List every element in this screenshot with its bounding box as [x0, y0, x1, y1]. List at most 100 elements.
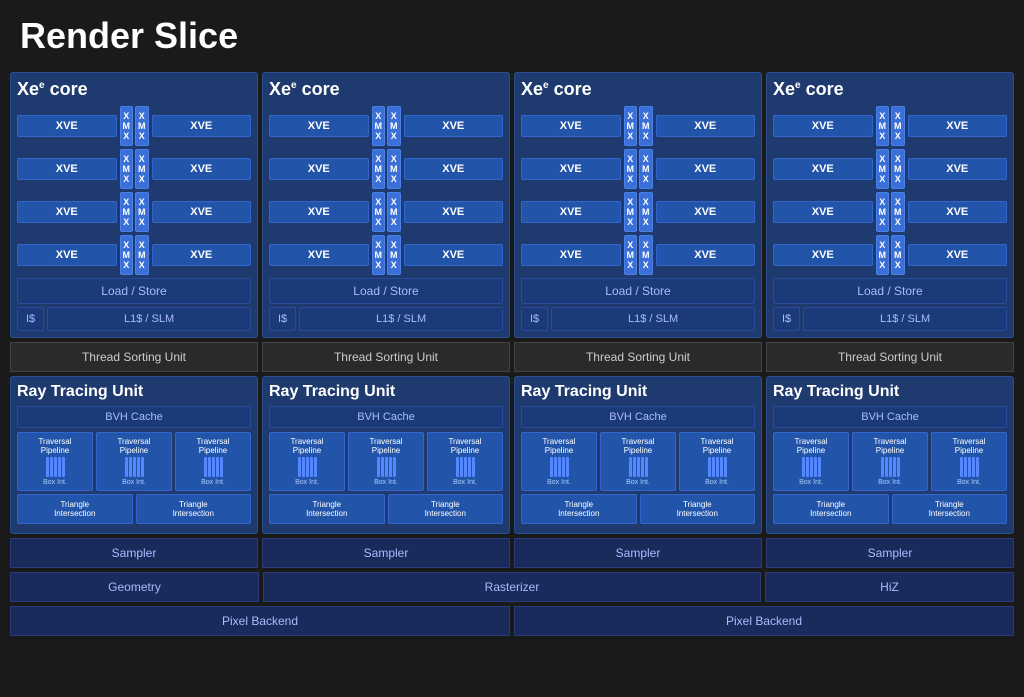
xmx-box: XMX — [120, 106, 134, 146]
xmx-box: XMX — [876, 149, 890, 189]
xmx-box: XMX — [387, 149, 401, 189]
pipeline-bars — [272, 457, 342, 477]
pipeline-bar — [889, 457, 892, 477]
traversal-label: TraversalPipeline — [351, 437, 421, 455]
pipeline-bars — [20, 457, 90, 477]
xve-box: XVE — [521, 158, 621, 180]
pipeline-bar — [133, 457, 136, 477]
box-int-label: Box Int. — [603, 479, 673, 486]
triangle-row-3: TriangleIntersection TriangleIntersectio… — [521, 494, 755, 524]
xmx-box: XMX — [891, 149, 905, 189]
xve-box: XVE — [908, 158, 1008, 180]
cache-row-1: I$ L1$ / SLM — [17, 307, 251, 331]
xve-box: XVE — [908, 244, 1008, 266]
pipeline-bar — [633, 457, 636, 477]
pipeline-bars — [178, 457, 248, 477]
box-int-label: Box Int. — [351, 479, 421, 486]
xe-core-1: Xee core XVE XMX XMX XVE XVE XMX XMX XVE… — [10, 72, 258, 338]
pipeline-bar — [881, 457, 884, 477]
xve-box: XVE — [908, 201, 1008, 223]
triangle-row-1: TriangleIntersection TriangleIntersectio… — [17, 494, 251, 524]
xmx-group: XMX XMX — [876, 192, 905, 232]
l1-slm-4: L1$ / SLM — [803, 307, 1007, 331]
xve-box: XVE — [269, 244, 369, 266]
ray-tracing-4-title: Ray Tracing Unit — [773, 383, 1007, 401]
pipeline-bar — [720, 457, 723, 477]
traversal-label: TraversalPipeline — [20, 437, 90, 455]
pipeline-bar — [802, 457, 805, 477]
xve-row: XVE XMX XMX XVE — [773, 235, 1007, 275]
pipeline-bar — [141, 457, 144, 477]
triangle-intersection: TriangleIntersection — [640, 494, 756, 524]
xe-core-1-title: Xee core — [17, 79, 251, 100]
l1-slm-2: L1$ / SLM — [299, 307, 503, 331]
pipeline-bars — [855, 457, 925, 477]
traversal-pipeline: TraversalPipeline Box Int. — [931, 432, 1007, 491]
xmx-box: XMX — [372, 192, 386, 232]
pipeline-bar — [389, 457, 392, 477]
box-int-label: Box Int. — [272, 479, 342, 486]
pipeline-bar — [960, 457, 963, 477]
thread-sorting-1: Thread Sorting Unit — [10, 342, 258, 372]
traversal-pipeline: TraversalPipeline Box Int. — [852, 432, 928, 491]
xve-row: XVE XMX XMX XVE — [17, 149, 251, 189]
xve-box: XVE — [152, 201, 252, 223]
pipeline-bar — [814, 457, 817, 477]
box-int-label: Box Int. — [855, 479, 925, 486]
geo-rast-hiz-row: Geometry Rasterizer HiZ — [10, 572, 1014, 602]
traversal-label: TraversalPipeline — [934, 437, 1004, 455]
xve-row: XVE XMX XMX XVE — [269, 235, 503, 275]
box-int-label: Box Int. — [430, 479, 500, 486]
traversal-pipeline: TraversalPipeline Box Int. — [348, 432, 424, 491]
xmx-box: XMX — [387, 192, 401, 232]
page-title: Render Slice — [10, 10, 1014, 62]
pipeline-bar — [712, 457, 715, 477]
pipeline-bar — [46, 457, 49, 477]
triangle-intersection: TriangleIntersection — [136, 494, 252, 524]
xve-box: XVE — [773, 158, 873, 180]
pipeline-bar — [562, 457, 565, 477]
xe-core-2-title: Xee core — [269, 79, 503, 100]
pipeline-bar — [129, 457, 132, 477]
traversal-row-4: TraversalPipeline Box Int. TraversalPipe… — [773, 432, 1007, 491]
xmx-box: XMX — [372, 235, 386, 275]
xmx-group: XMX XMX — [876, 235, 905, 275]
traversal-pipeline: TraversalPipeline Box Int. — [679, 432, 755, 491]
xve-box: XVE — [404, 115, 504, 137]
xmx-box: XMX — [372, 149, 386, 189]
pipeline-bar — [558, 457, 561, 477]
thread-sorting-2: Thread Sorting Unit — [262, 342, 510, 372]
xmx-box: XMX — [639, 235, 653, 275]
xve-row: XVE XMX XMX XVE — [773, 192, 1007, 232]
sampler-1: Sampler — [10, 538, 258, 568]
xve-box: XVE — [521, 244, 621, 266]
pipeline-bar — [897, 457, 900, 477]
xmx-group: XMX XMX — [624, 235, 653, 275]
xmx-box: XMX — [891, 192, 905, 232]
xve-row: XVE XMX XMX XVE — [521, 106, 755, 146]
pipeline-bars — [351, 457, 421, 477]
pipeline-bar — [381, 457, 384, 477]
traversal-pipeline: TraversalPipeline Box Int. — [427, 432, 503, 491]
bvh-cache-4: BVH Cache — [773, 406, 1007, 428]
xve-box: XVE — [521, 115, 621, 137]
xmx-box: XMX — [639, 106, 653, 146]
pipeline-bars — [682, 457, 752, 477]
triangle-row-4: TriangleIntersection TriangleIntersectio… — [773, 494, 1007, 524]
xmx-box: XMX — [135, 235, 149, 275]
xve-box: XVE — [656, 158, 756, 180]
triangle-row-2: TriangleIntersection TriangleIntersectio… — [269, 494, 503, 524]
pipeline-bar — [964, 457, 967, 477]
traversal-label: TraversalPipeline — [272, 437, 342, 455]
ray-tracing-4: Ray Tracing Unit BVH Cache TraversalPipe… — [766, 376, 1014, 534]
pipeline-bar — [893, 457, 896, 477]
xve-row: XVE XMX XMX XVE — [17, 106, 251, 146]
traversal-pipeline: TraversalPipeline Box Int. — [96, 432, 172, 491]
pipeline-bar — [302, 457, 305, 477]
cache-row-4: I$ L1$ / SLM — [773, 307, 1007, 331]
ray-tracing-1: Ray Tracing Unit BVH Cache TraversalPipe… — [10, 376, 258, 534]
xmx-group: XMX XMX — [876, 149, 905, 189]
pipeline-bar — [566, 457, 569, 477]
traversal-row-2: TraversalPipeline Box Int. TraversalPipe… — [269, 432, 503, 491]
pipeline-bar — [464, 457, 467, 477]
